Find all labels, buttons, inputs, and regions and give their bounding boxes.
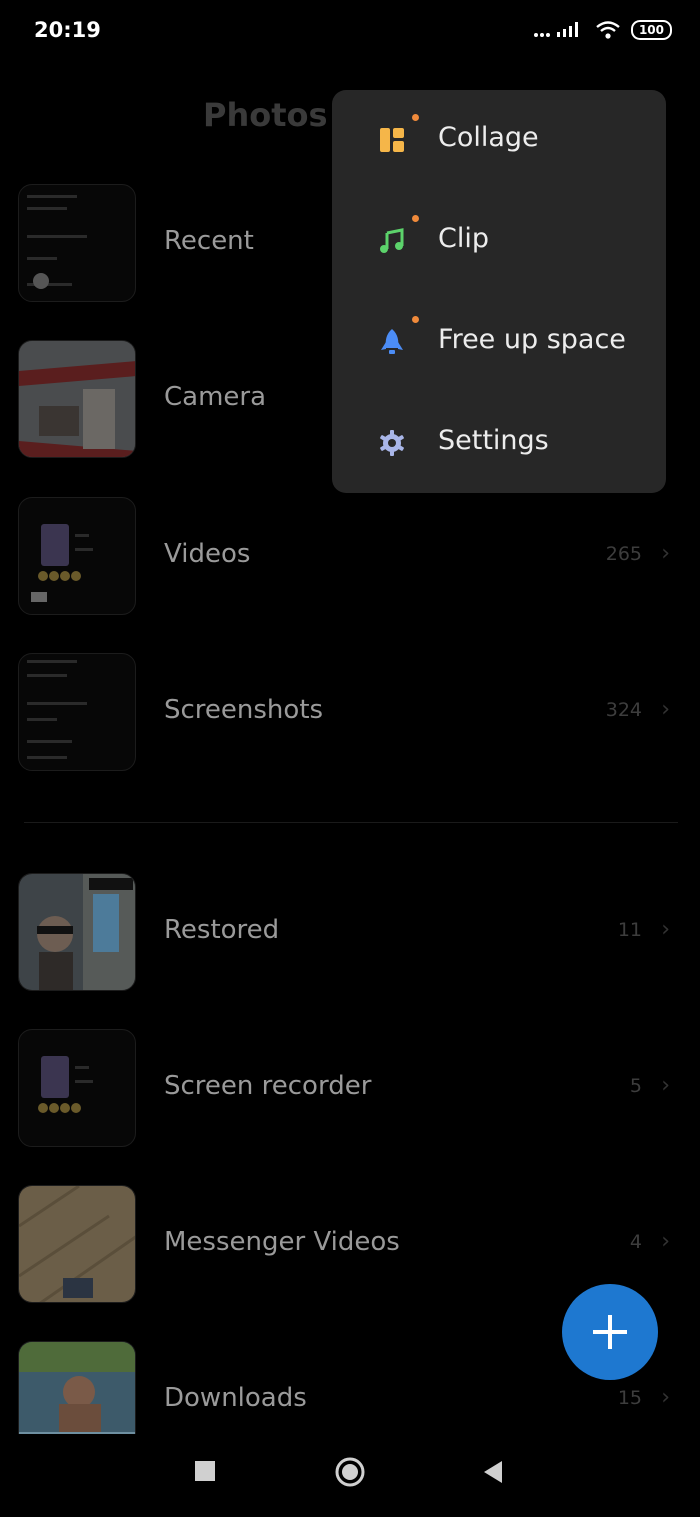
album-name: Restored xyxy=(164,915,280,945)
status-time: 20:19 xyxy=(34,18,101,42)
wifi-icon xyxy=(596,21,620,39)
collage-icon xyxy=(380,128,404,152)
add-album-button[interactable] xyxy=(562,1284,658,1380)
chevron-right-icon: › xyxy=(661,697,670,722)
triangle-back-icon[interactable] xyxy=(482,1460,504,1484)
menu-item-collage[interactable]: Collage xyxy=(332,90,666,190)
chevron-right-icon: › xyxy=(661,1073,670,1098)
menu-item-free-up-space[interactable]: Free up space xyxy=(332,292,666,392)
overflow-menu: Collage Clip Free up space Settings xyxy=(332,90,666,493)
album-count: 15 xyxy=(617,1387,642,1409)
status-bar: 20:19 100 xyxy=(0,0,700,64)
album-row[interactable]: Screen recorder 5 › xyxy=(0,1029,700,1149)
menu-item-label: Clip xyxy=(438,223,489,254)
album-row[interactable]: Screenshots 324 › xyxy=(0,653,700,773)
chevron-right-icon: › xyxy=(661,1385,670,1410)
album-count: 4 xyxy=(629,1231,642,1253)
menu-item-label: Settings xyxy=(438,425,549,456)
menu-item-clip[interactable]: Clip xyxy=(332,191,666,291)
new-badge xyxy=(412,215,419,222)
square-recents-icon[interactable] xyxy=(194,1460,216,1482)
album-name: Camera xyxy=(164,382,267,412)
album-name: Recent xyxy=(164,226,254,256)
album-name: Screen recorder xyxy=(164,1071,372,1101)
chevron-right-icon: › xyxy=(661,541,670,566)
album-count: 265 xyxy=(605,543,642,565)
battery-indicator: 100 xyxy=(630,20,672,40)
music-note-icon xyxy=(380,228,404,253)
signal-icon xyxy=(533,22,578,37)
chevron-right-icon: › xyxy=(661,1229,670,1254)
new-badge xyxy=(412,114,419,121)
menu-item-settings[interactable]: Settings xyxy=(332,393,666,493)
gear-icon xyxy=(380,430,404,456)
new-badge xyxy=(412,316,419,323)
album-count: 324 xyxy=(605,699,642,721)
album-thumbnail xyxy=(18,653,136,771)
navigation-bar xyxy=(0,1434,700,1517)
album-thumbnail xyxy=(18,497,136,615)
album-thumbnail xyxy=(18,1185,136,1303)
page-title: Photos xyxy=(203,96,328,134)
album-thumbnail xyxy=(18,340,136,458)
album-name: Messenger Videos xyxy=(164,1227,400,1257)
album-row[interactable]: Restored 11 › xyxy=(0,873,700,993)
plus-icon xyxy=(593,1315,627,1349)
menu-item-label: Collage xyxy=(438,122,539,153)
album-thumbnail xyxy=(18,873,136,991)
album-thumbnail xyxy=(18,1029,136,1147)
album-name: Videos xyxy=(164,539,251,569)
section-divider xyxy=(24,822,678,823)
rocket-icon xyxy=(381,329,403,354)
album-thumbnail xyxy=(18,184,136,302)
album-name: Screenshots xyxy=(164,695,324,725)
album-row[interactable]: Videos 265 › xyxy=(0,497,700,617)
chevron-right-icon: › xyxy=(661,917,670,942)
album-count: 5 xyxy=(629,1075,642,1097)
album-count: 11 xyxy=(617,919,642,941)
menu-item-label: Free up space xyxy=(438,324,626,355)
status-icons: 100 xyxy=(533,20,672,40)
album-name: Downloads xyxy=(164,1383,307,1413)
circle-home-icon[interactable] xyxy=(334,1456,366,1488)
